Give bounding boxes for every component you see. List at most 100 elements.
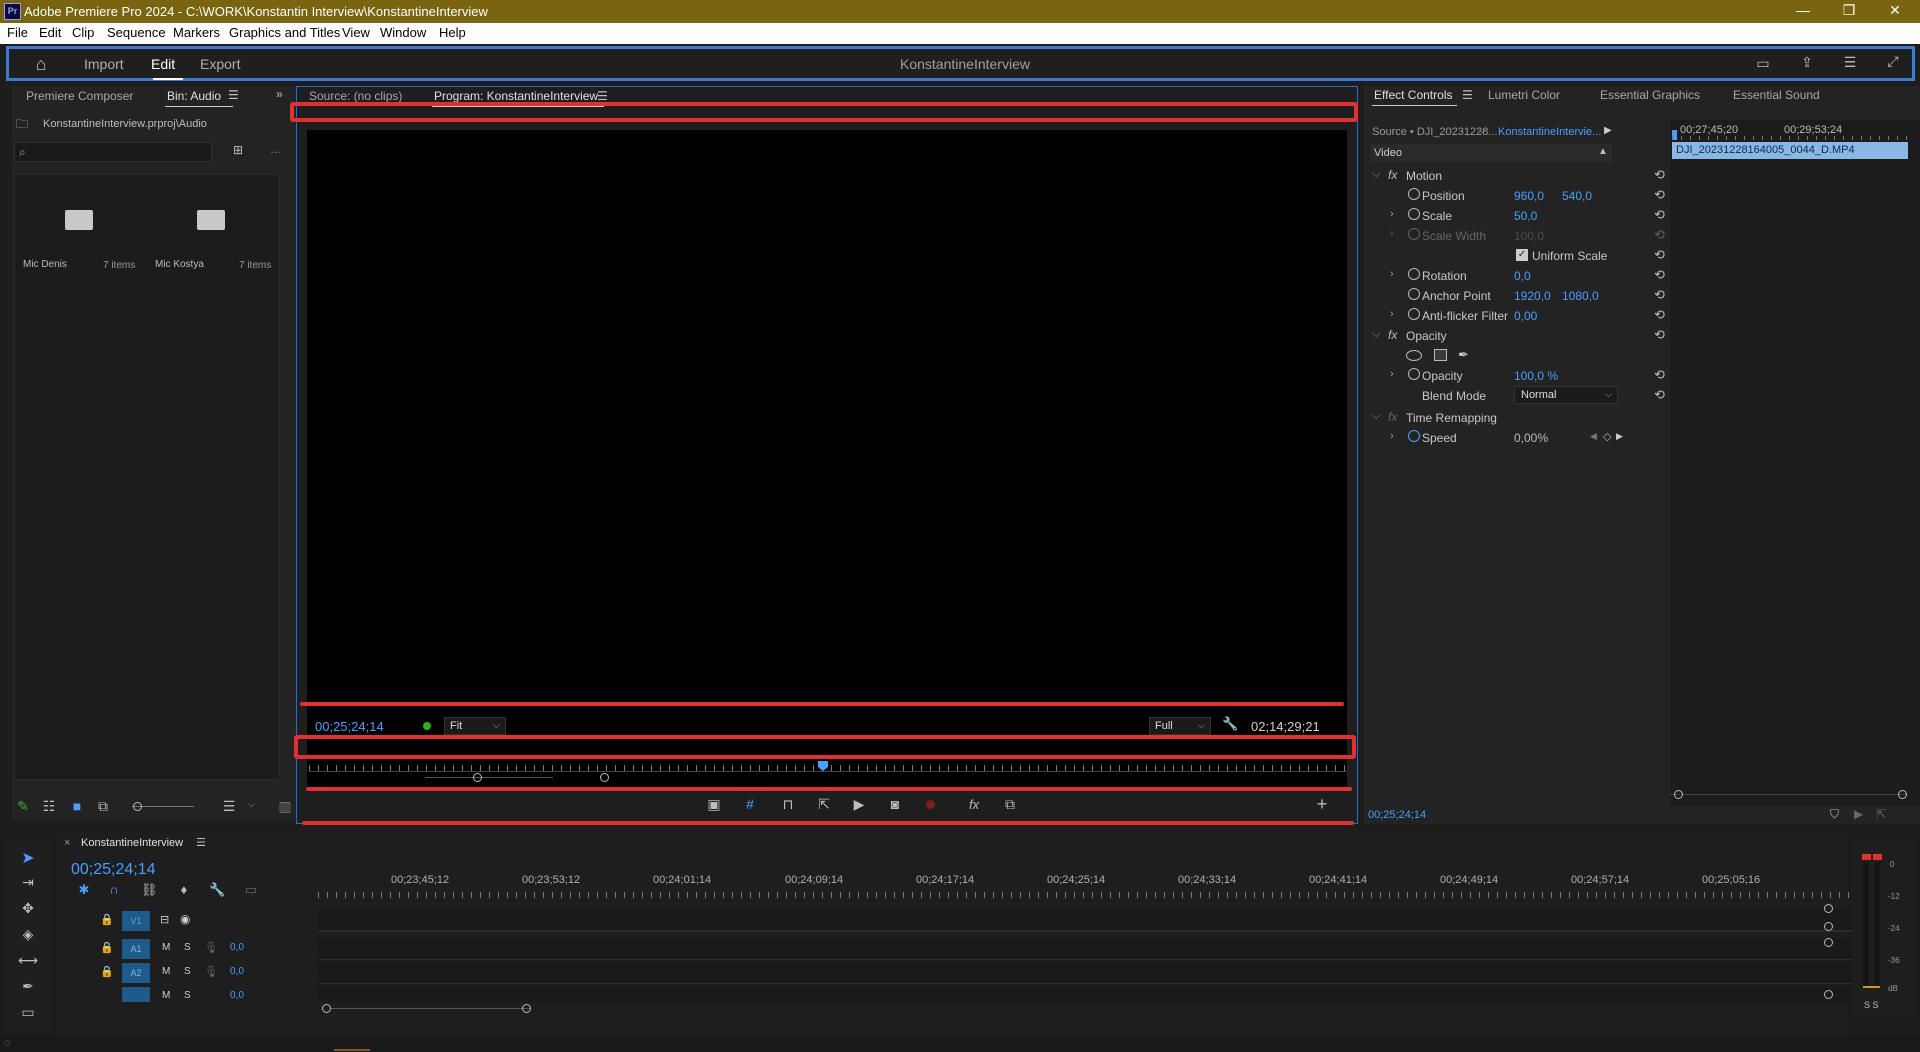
play-icon[interactable]: ▶ <box>850 796 868 813</box>
rectangle-mask-icon[interactable] <box>1434 349 1447 361</box>
opacity-value[interactable]: 100,0 % <box>1514 369 1558 383</box>
zoom-bar-start-handle[interactable] <box>473 773 482 782</box>
stopwatch-icon[interactable] <box>1408 430 1420 442</box>
tab-edit[interactable]: Edit <box>151 56 175 72</box>
tab-source[interactable]: Source: (no clips) <box>309 89 402 103</box>
position-y-value[interactable]: 540,0 <box>1562 189 1592 203</box>
clip-indicator-right[interactable] <box>1873 854 1882 860</box>
tab-program[interactable]: Program: KonstantineInterview <box>434 89 598 103</box>
pen-mask-icon[interactable]: ✒ <box>1458 347 1469 363</box>
nest-icon[interactable]: ✱ <box>76 882 92 898</box>
linked-selection-icon[interactable]: ⛓ <box>141 882 158 898</box>
settings-wrench-icon[interactable]: 🔧 <box>209 882 225 898</box>
v-scroll-handle[interactable] <box>1824 904 1833 913</box>
time-remapping-row[interactable]: ⌵ fx Time Remapping <box>1370 408 1670 428</box>
sequence-label[interactable]: KonstantineIntervie... <box>1498 126 1601 138</box>
reset-icon[interactable]: ⟲ <box>1654 367 1665 383</box>
menu-markers[interactable]: Markers <box>173 25 220 40</box>
menu-view[interactable]: View <box>342 25 370 40</box>
position-x-value[interactable]: 960,0 <box>1514 189 1544 203</box>
tab-export[interactable]: Export <box>200 56 240 72</box>
grid-icon[interactable]: # <box>741 796 759 812</box>
reset-icon[interactable]: ⟲ <box>1654 387 1665 403</box>
fx-icon[interactable]: fx <box>969 797 979 812</box>
ec-clip-bar[interactable]: DJI_20231228164005_0044_D.MP4 <box>1672 142 1908 159</box>
track-a1[interactable]: 🔒 A1 M S 🎙 0,0 <box>56 938 318 960</box>
safe-margins-icon[interactable]: ▣ <box>705 796 723 813</box>
zoom-select[interactable]: Fit ⌵ <box>444 717 506 735</box>
quality-select[interactable]: Full ⌵ <box>1149 717 1211 735</box>
track-target-v1[interactable]: V1 <box>122 911 150 931</box>
scale-row[interactable]: › Scale 50,0 ⟲ <box>1370 206 1670 226</box>
stopwatch-icon[interactable] <box>1408 268 1420 280</box>
icon-view-icon[interactable]: ■ <box>68 798 86 814</box>
export-frame-icon[interactable]: ⇱ <box>815 796 833 813</box>
zoom-slider-handle[interactable] <box>133 802 142 811</box>
reset-icon[interactable]: ⟲ <box>1654 207 1665 223</box>
video-preview[interactable] <box>307 130 1347 790</box>
track-target-a3[interactable] <box>122 987 150 1002</box>
antiflicker-row[interactable]: › Anti-flicker Filter 0,00 ⟲ <box>1370 306 1670 326</box>
selection-tool-icon[interactable]: ➤ <box>16 848 40 868</box>
uniform-scale-checkbox[interactable]: ✓ <box>1516 249 1528 261</box>
chevron-down-icon[interactable]: ⌵ <box>1372 328 1380 341</box>
twirl-icon[interactable]: › <box>1390 368 1394 380</box>
expand-panels-icon[interactable]: » <box>276 87 283 101</box>
stopwatch-icon[interactable] <box>1408 188 1420 200</box>
tab-sequence[interactable]: KonstantineInterview <box>81 837 183 849</box>
menu-help[interactable]: Help <box>439 25 466 40</box>
stopwatch-icon[interactable] <box>1408 288 1420 300</box>
zoom-bar-end-handle[interactable] <box>522 1004 531 1013</box>
track-target-a1[interactable]: A1 <box>122 939 150 959</box>
freeform-view-icon[interactable]: ⧉ <box>94 798 112 815</box>
solo-button[interactable]: S <box>184 966 191 977</box>
track-target-a2[interactable]: A2 <box>122 963 150 983</box>
export-icon[interactable]: ⇱ <box>1876 807 1886 821</box>
reset-icon[interactable]: ⟲ <box>1654 187 1665 203</box>
reset-icon[interactable]: ⟲ <box>1654 307 1665 323</box>
uniform-scale-row[interactable]: ✓ Uniform Scale ⟲ <box>1370 246 1670 266</box>
microphone-icon[interactable]: 🎙 <box>204 941 218 954</box>
solo-button[interactable]: S <box>184 942 191 953</box>
stopwatch-icon[interactable] <box>1408 308 1420 320</box>
scale-value[interactable]: 50,0 <box>1514 209 1537 223</box>
timeline-zoom-bar[interactable] <box>330 1008 530 1009</box>
tab-bin-audio[interactable]: Bin: Audio <box>167 89 221 103</box>
folder-icon[interactable] <box>197 210 225 230</box>
opacity-section-row[interactable]: ⌵ fx Opacity ⟲ <box>1370 326 1670 346</box>
rotation-value[interactable]: 0,0 <box>1514 269 1531 283</box>
mute-button[interactable]: M <box>162 990 170 1001</box>
tab-essential-graphics[interactable]: Essential Graphics <box>1600 88 1700 102</box>
lock-icon[interactable]: 🔒 <box>100 965 114 978</box>
pencil-icon[interactable]: ✎ <box>14 798 32 815</box>
blend-mode-row[interactable]: Blend Mode Normal ⌵ ⟲ <box>1370 386 1670 406</box>
trim-icon[interactable]: ⊓ <box>779 796 797 813</box>
comparison-view-icon[interactable]: ⧉ <box>1001 796 1019 813</box>
blend-mode-select[interactable]: Normal ⌵ <box>1514 386 1618 404</box>
menu-file[interactable]: File <box>7 25 28 40</box>
track-lane-a1[interactable] <box>318 938 1882 960</box>
tab-premiere-composer[interactable]: Premiere Composer <box>26 89 133 103</box>
lock-icon[interactable]: 🔒 <box>100 941 114 954</box>
antiflicker-value[interactable]: 0,00 <box>1514 309 1537 323</box>
collapse-icon[interactable]: ▲ <box>1598 146 1608 157</box>
solo-button[interactable]: S <box>184 990 191 1001</box>
tab-effect-controls[interactable]: Effect Controls <box>1374 88 1452 102</box>
motion-row[interactable]: ⌵ fx Motion ⟲ <box>1370 166 1670 186</box>
track-volume[interactable]: 0,0 <box>230 942 244 953</box>
reset-icon[interactable]: ⟲ <box>1654 267 1665 283</box>
zoom-bar-end-handle[interactable] <box>600 773 609 782</box>
clip-indicator-left[interactable] <box>1862 854 1871 860</box>
track-lane-a2[interactable] <box>318 962 1882 984</box>
track-lane-a3[interactable] <box>318 986 1882 1002</box>
track-volume[interactable]: 0,0 <box>230 966 244 977</box>
ellipse-mask-icon[interactable] <box>1406 350 1422 361</box>
filter-icon[interactable]: ⛉ <box>1830 807 1839 822</box>
sync-lock-icon[interactable]: ⊟ <box>160 913 169 926</box>
panel-layout-icon[interactable]: ▭ <box>1753 55 1773 72</box>
position-row[interactable]: Position 960,0 540,0 ⟲ <box>1370 186 1670 206</box>
track-a2[interactable]: 🔒 A2 M S 🎙 0,0 <box>56 962 318 984</box>
captions-icon[interactable]: ▭ <box>243 882 259 898</box>
menu-clip[interactable]: Clip <box>72 25 94 40</box>
track-volume[interactable]: 0,0 <box>230 990 244 1001</box>
